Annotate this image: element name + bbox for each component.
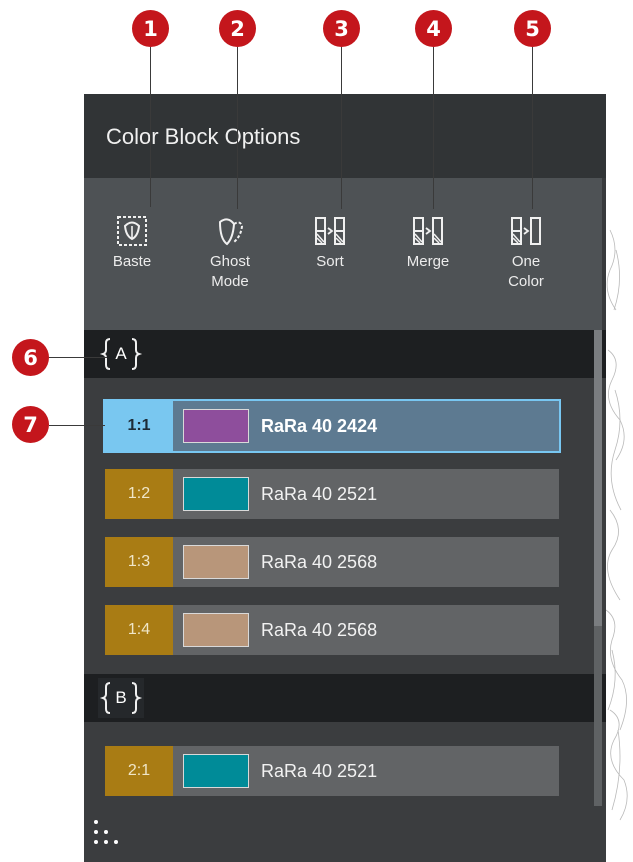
callout-2-leader	[237, 47, 238, 209]
scrollbar-thumb[interactable]	[594, 330, 602, 626]
callout-1-leader	[150, 47, 151, 207]
drag-grip-icon[interactable]	[92, 816, 128, 852]
color-swatch	[183, 754, 249, 788]
color-block-row[interactable]: 2:1 RaRa 40 2521	[105, 746, 559, 796]
callout-4: 4	[415, 10, 452, 47]
callout-3: 3	[323, 10, 360, 47]
ghost-mode-button[interactable]: Ghost Mode	[190, 214, 270, 292]
baste-label: Baste	[112, 253, 152, 270]
group-a-letter: A	[115, 344, 127, 363]
baste-button[interactable]: Baste	[92, 214, 172, 272]
callout-4-leader	[433, 47, 434, 209]
callout-2: 2	[219, 10, 256, 47]
callout-7-leader	[49, 425, 105, 426]
ghost-mode-icon	[218, 218, 244, 246]
callout-1: 1	[132, 10, 169, 47]
color-block-row[interactable]: 1:2 RaRa 40 2521	[105, 469, 559, 519]
group-b-toggle[interactable]: B	[98, 678, 144, 718]
row-number: 1:2	[105, 469, 173, 519]
color-block-row[interactable]: 1:1 RaRa 40 2424	[103, 399, 561, 453]
group-header-a: A	[84, 330, 606, 378]
color-swatch	[183, 477, 249, 511]
color-swatch	[183, 613, 249, 647]
baste-icon	[117, 216, 147, 246]
sort-button[interactable]: Sort	[290, 214, 370, 272]
group-b-letter: B	[115, 688, 127, 707]
merge-label: Merge	[406, 253, 450, 270]
callout-5-leader	[532, 47, 533, 209]
callout-6: 6	[12, 339, 49, 376]
thread-name: RaRa 40 2521	[261, 760, 378, 781]
row-number: 1:1	[105, 401, 173, 451]
row-number: 1:4	[105, 605, 173, 655]
one-color-label: One Color	[508, 253, 544, 290]
color-block-row[interactable]: 1:3 RaRa 40 2568	[105, 537, 559, 587]
color-swatch	[183, 409, 249, 443]
sort-label: Sort	[316, 253, 344, 270]
one-color-button[interactable]: One Color	[486, 214, 566, 292]
thread-name: RaRa 40 2568	[261, 551, 378, 572]
callout-6-leader	[49, 357, 107, 358]
one-color-icon	[511, 217, 541, 245]
callout-7: 7	[12, 406, 49, 443]
color-block-options-panel: Color Block Options Baste Ghost Mode Sor	[84, 94, 606, 862]
merge-button[interactable]: Merge	[388, 214, 468, 272]
thread-name: RaRa 40 2424	[261, 415, 378, 436]
group-a-toggle[interactable]: A	[98, 334, 144, 374]
callout-5: 5	[514, 10, 551, 47]
thread-name: RaRa 40 2521	[261, 483, 378, 504]
title-bar: Color Block Options	[84, 94, 606, 178]
row-number: 1:3	[105, 537, 173, 587]
color-swatch	[183, 545, 249, 579]
merge-icon	[413, 217, 443, 245]
ghost-mode-label: Ghost Mode	[209, 253, 251, 290]
row-number: 2:1	[105, 746, 173, 796]
callout-3-leader	[341, 47, 342, 209]
panel-title: Color Block Options	[106, 124, 301, 149]
group-header-b: B	[84, 674, 606, 722]
sort-icon	[315, 217, 345, 245]
color-block-row[interactable]: 1:4 RaRa 40 2568	[105, 605, 559, 655]
thread-name: RaRa 40 2568	[261, 619, 378, 640]
